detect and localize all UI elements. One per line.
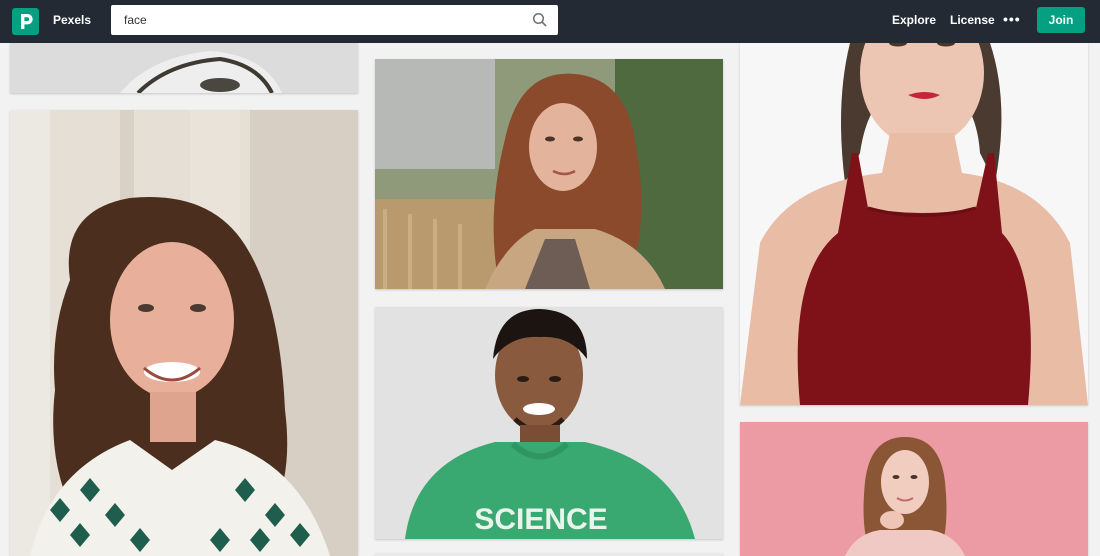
photo-man-green-science-tshirt[interactable]: SCIENCE — [375, 307, 723, 539]
nav-explore-link[interactable]: Explore — [892, 13, 936, 27]
more-dots-icon[interactable]: ••• — [1003, 11, 1021, 27]
pexels-logo-glyph — [21, 14, 33, 29]
photo-woman-pink-background[interactable] — [740, 422, 1088, 556]
photo-woman-red-halter-top[interactable] — [740, 43, 1088, 405]
search-input[interactable] — [111, 5, 558, 35]
pexels-logo-icon[interactable] — [12, 8, 39, 35]
photo-curly-hair-woman-smiling[interactable] — [10, 110, 358, 556]
top-navigation-bar: Pexels Explore License ••• Join — [0, 0, 1100, 43]
nav-license-link[interactable]: License — [950, 13, 995, 27]
photo-top-left-partial[interactable] — [10, 43, 358, 93]
brand-name[interactable]: Pexels — [53, 13, 91, 27]
join-button[interactable]: Join — [1037, 7, 1085, 33]
photo-woman-red-hair-outdoors[interactable] — [375, 59, 723, 289]
shirt-text: SCIENCE — [474, 503, 607, 536]
search-icon[interactable] — [530, 10, 550, 30]
